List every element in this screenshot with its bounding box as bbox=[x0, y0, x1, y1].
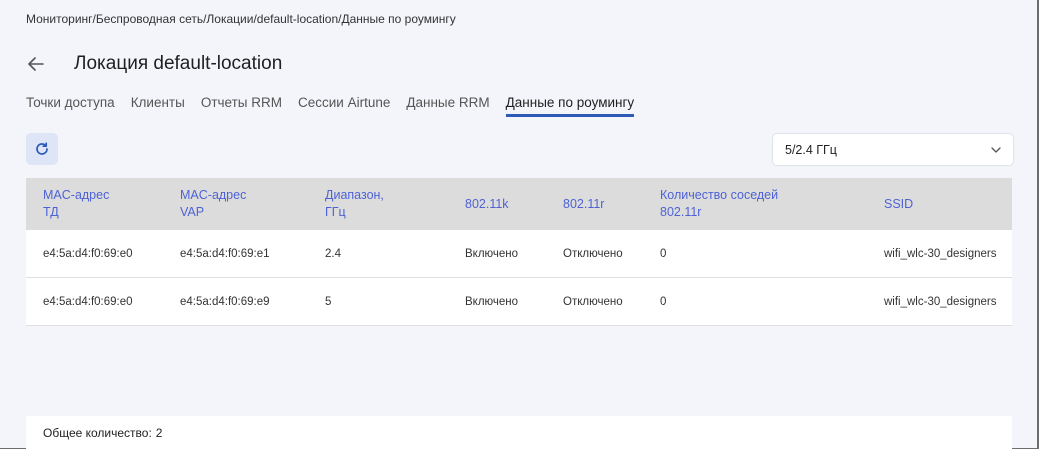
cell-ssid: wifi_wlc-30_designers bbox=[884, 248, 997, 260]
cell-80211k: Включено bbox=[465, 248, 519, 260]
table-row[interactable]: e4:5a:d4:f0:69:e0 e4:5a:d4:f0:69:e1 2.4 … bbox=[26, 230, 1012, 278]
column-header-band[interactable]: Диапазон, ГГц bbox=[325, 178, 384, 230]
cell-80211k: Включено bbox=[465, 296, 519, 308]
tab-access-points[interactable]: Точки доступа bbox=[26, 95, 115, 117]
total-count-value: 2 bbox=[155, 425, 163, 440]
tab-rrm-data[interactable]: Данные RRM bbox=[406, 95, 489, 117]
cell-band: 2.4 bbox=[325, 248, 341, 260]
cell-80211r: Отключено bbox=[563, 296, 623, 308]
cell-band: 5 bbox=[325, 296, 332, 308]
cell-neighbors: 0 bbox=[660, 248, 667, 260]
cell-80211r: Отключено bbox=[563, 248, 623, 260]
refresh-button[interactable] bbox=[26, 133, 58, 165]
band-select-value: 5/2.4 ГГц bbox=[785, 142, 837, 157]
column-header-neighbors[interactable]: Количество соседей 802.11r bbox=[660, 178, 778, 230]
table-body: e4:5a:d4:f0:69:e0 e4:5a:d4:f0:69:e1 2.4 … bbox=[26, 230, 1012, 326]
tab-clients[interactable]: Клиенты bbox=[131, 95, 185, 117]
column-header-80211k[interactable]: 802.11k bbox=[465, 178, 509, 230]
table-header: MAC-адрес ТД MAC-адрес VAP Диапазон, ГГц 80… bbox=[26, 178, 1012, 230]
cell-neighbors: 0 bbox=[660, 296, 667, 308]
page-header: Локация default-location bbox=[26, 52, 282, 76]
cell-ap-mac: e4:5a:d4:f0:69:e0 bbox=[43, 248, 133, 260]
column-header-ssid[interactable]: SSID bbox=[884, 178, 913, 230]
tab-rrm-reports[interactable]: Отчеты RRM bbox=[201, 95, 282, 117]
chevron-down-icon bbox=[991, 146, 1001, 153]
cell-vap-mac: e4:5a:d4:f0:69:e9 bbox=[180, 296, 270, 308]
column-header-80211r[interactable]: 802.11r bbox=[563, 178, 604, 230]
cell-ssid: wifi_wlc-30_designers bbox=[884, 296, 997, 308]
breadcrumb[interactable]: Мониторинг/Беспроводная сеть/Локации/def… bbox=[26, 12, 456, 26]
page-title: Локация default-location bbox=[74, 53, 283, 74]
refresh-icon bbox=[36, 142, 48, 155]
back-button[interactable] bbox=[26, 54, 46, 74]
cell-vap-mac: e4:5a:d4:f0:69:e1 bbox=[180, 248, 270, 260]
roaming-table: MAC-адрес ТД MAC-адрес VAP Диапазон, ГГц 80… bbox=[26, 178, 1012, 326]
table-row[interactable]: e4:5a:d4:f0:69:e0 e4:5a:d4:f0:69:e9 5 Вк… bbox=[26, 278, 1012, 326]
arrow-left-icon bbox=[28, 57, 44, 71]
table-footer: Общее количество: 2 bbox=[26, 416, 1012, 449]
tab-roaming-data[interactable]: Данные по роумингу bbox=[505, 95, 635, 117]
cell-ap-mac: e4:5a:d4:f0:69:e0 bbox=[43, 296, 133, 308]
column-header-vap-mac[interactable]: MAC-адрес VAP bbox=[180, 178, 246, 230]
column-header-ap-mac[interactable]: MAC-адрес ТД bbox=[43, 178, 109, 230]
total-count-label: Общее количество: bbox=[43, 425, 152, 440]
tab-airtune-sessions[interactable]: Сессии Airtune bbox=[298, 95, 390, 117]
tab-bar: Точки доступа Клиенты Отчеты RRM Сессии … bbox=[26, 95, 635, 117]
band-select[interactable]: 5/2.4 ГГц bbox=[772, 133, 1014, 166]
